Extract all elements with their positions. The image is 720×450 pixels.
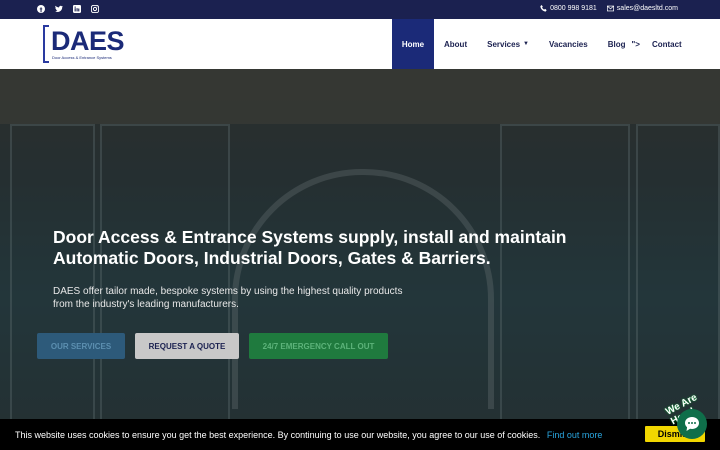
facebook-icon[interactable] xyxy=(36,4,45,13)
daes-logo[interactable]: DAES Door Access & Entrance Systems xyxy=(43,25,125,63)
cookie-text: This website uses cookies to ensure you … xyxy=(15,430,541,440)
request-quote-button[interactable]: REQUEST A QUOTE xyxy=(135,333,239,359)
twitter-icon[interactable] xyxy=(54,4,63,13)
our-services-button[interactable]: OUR SERVICES xyxy=(37,333,125,359)
hero-headline-line2: Automatic Doors, Industrial Doors, Gates… xyxy=(53,248,491,268)
nav-item-vacancies[interactable]: Vacancies xyxy=(539,19,598,69)
instagram-icon[interactable] xyxy=(90,4,99,13)
chat-button[interactable] xyxy=(677,409,707,439)
cookie-message: This website uses cookies to ensure you … xyxy=(15,430,602,440)
nav-item-contact[interactable]: Contact xyxy=(642,19,692,69)
nav-stray-text: "> xyxy=(631,39,640,49)
main-nav: DAES Door Access & Entrance Systems Home… xyxy=(0,19,720,69)
nav-item-blog[interactable]: Blog xyxy=(598,19,630,69)
logo-word: DAES xyxy=(51,26,125,56)
social-links xyxy=(36,4,99,13)
emergency-callout-button[interactable]: 24/7 EMERGENCY CALL OUT xyxy=(249,333,388,359)
phone-icon xyxy=(540,5,547,12)
cookie-find-out-more-link[interactable]: Find out more xyxy=(547,430,603,440)
hero-subtext-line1: DAES offer tailor made, bespoke systems … xyxy=(53,286,403,297)
envelope-icon xyxy=(606,5,614,12)
hero-headline: Door Access & Entrance Systems supply, i… xyxy=(53,227,573,269)
hero-subtext-line2: from the industry's leading manufacturer… xyxy=(53,299,239,310)
linkedin-icon[interactable] xyxy=(72,4,81,13)
email-address: sales@daesltd.com xyxy=(616,5,678,12)
logo-bracket xyxy=(43,25,49,63)
nav-item-services-label: Services xyxy=(487,39,521,49)
chat-bubble-icon xyxy=(685,417,699,431)
cookie-banner: This website uses cookies to ensure you … xyxy=(0,419,720,450)
nav-item-about[interactable]: About xyxy=(434,19,477,69)
nav-item-home[interactable]: Home xyxy=(392,19,434,69)
top-bar: 0800 998 9181 sales@daesltd.com xyxy=(0,0,720,19)
chevron-down-icon: ▼ xyxy=(523,41,529,47)
hero-headline-line1: Door Access & Entrance Systems supply, i… xyxy=(53,227,567,247)
logo-tagline: Door Access & Entrance Systems xyxy=(52,55,112,60)
nav-menu: Home About Services ▼ Vacancies Blog "> … xyxy=(392,19,692,69)
hero-section: Door Access & Entrance Systems supply, i… xyxy=(0,69,720,450)
contact-info: 0800 998 9181 sales@daesltd.com xyxy=(540,5,678,12)
hero-subtext: DAES offer tailor made, bespoke systems … xyxy=(53,285,443,311)
email-link[interactable]: sales@daesltd.com xyxy=(606,5,678,12)
nav-item-services[interactable]: Services ▼ xyxy=(477,19,539,69)
phone-number: 0800 998 9181 xyxy=(550,5,597,12)
phone-link[interactable]: 0800 998 9181 xyxy=(540,5,597,12)
